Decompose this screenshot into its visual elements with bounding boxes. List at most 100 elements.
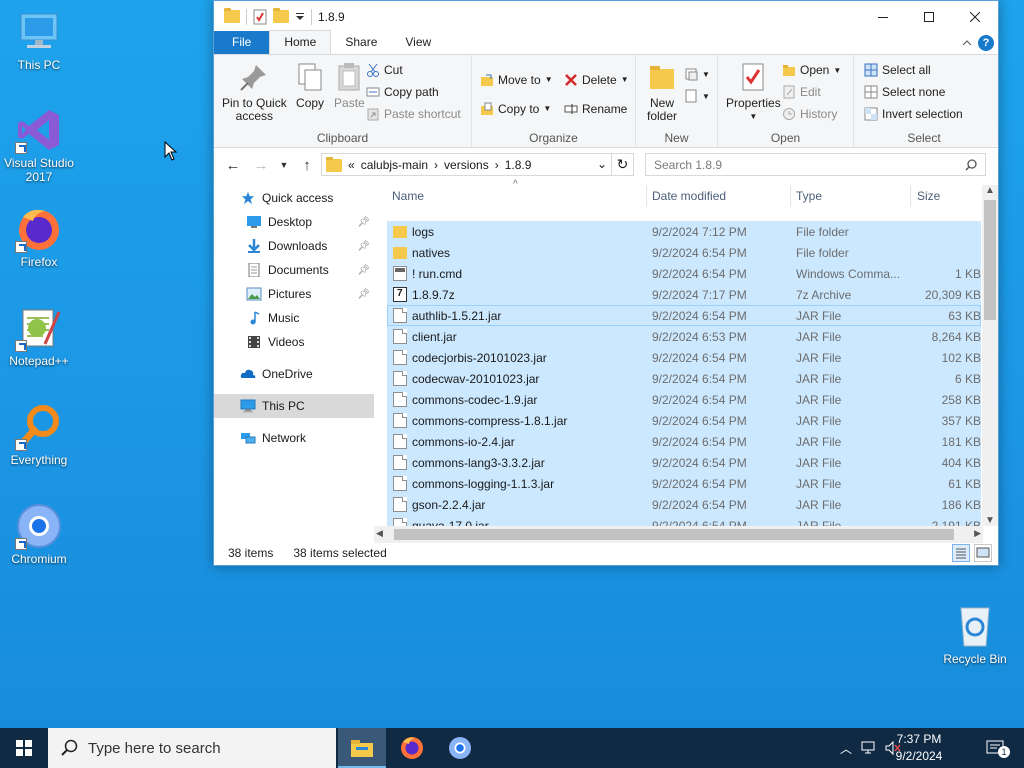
breadcrumb-item[interactable]: 1.8.9 — [505, 158, 532, 172]
move-to-button[interactable]: Move to ▼ — [480, 65, 553, 94]
breadcrumb-item[interactable]: calubjs-main — [361, 158, 428, 172]
recent-locations-chevron-icon[interactable]: ▼ — [278, 160, 290, 170]
new-item-button[interactable]: ▼ — [684, 63, 710, 85]
desktop-icon-notepad-plus-plus[interactable]: Notepad++ — [1, 304, 77, 368]
large-icons-view-button[interactable] — [974, 544, 992, 562]
file-row[interactable]: codecwav-20101023.jar 9/2/2024 6:54 PM JAR… — [387, 368, 981, 389]
desktop-icon-this-pc[interactable]: This PC — [1, 8, 77, 72]
file-row[interactable]: commons-codec-1.9.jar 9/2/2024 6:54 PM JAR… — [387, 389, 981, 410]
tab-home[interactable]: Home — [269, 30, 332, 54]
file-row[interactable]: 1.8.9.7z 9/2/2024 7:17 PM 7z Archive 20,309… — [387, 284, 981, 305]
cut-button[interactable]: Cut — [366, 59, 461, 81]
paste-shortcut-button[interactable]: Paste shortcut — [366, 103, 461, 125]
history-button[interactable]: History — [782, 103, 841, 125]
start-button[interactable] — [0, 728, 48, 768]
address-overflow-chevron[interactable]: « — [348, 158, 355, 172]
tab-view[interactable]: View — [391, 31, 445, 54]
file-row[interactable]: commons-compress-1.8.1.jar 9/2/2024 6:54 … — [387, 410, 981, 431]
vertical-scrollbar-thumb[interactable] — [984, 200, 996, 320]
desktop-icon-visual-studio[interactable]: Visual Studio 2017 — [1, 106, 77, 184]
column-header-type[interactable]: Type — [796, 189, 822, 203]
desktop-icon-chromium[interactable]: Chromium — [1, 502, 77, 566]
horizontal-scrollbar-thumb[interactable] — [394, 529, 954, 540]
back-arrow-icon[interactable]: ← — [222, 157, 244, 174]
copy-to-button[interactable]: Copy to ▼ — [480, 94, 553, 123]
show-hidden-icons-chevron-icon[interactable]: ︿ — [838, 740, 854, 757]
up-arrow-icon[interactable]: ↑ — [296, 157, 318, 174]
scroll-right-arrow-icon[interactable]: ▶ — [974, 528, 981, 539]
nav-quick-access[interactable]: Quick access — [214, 186, 374, 210]
nav-downloads[interactable]: Downloads 📌︎ — [214, 234, 374, 258]
nav-music[interactable]: Music — [214, 306, 374, 330]
file-row[interactable]: commons-io-2.4.jar 9/2/2024 6:54 PM JAR Fi… — [387, 431, 981, 452]
edit-button[interactable]: Edit — [782, 81, 841, 103]
column-header-size[interactable]: Size — [917, 189, 940, 203]
column-header-date-modified[interactable]: Date modified — [652, 189, 726, 203]
pin-to-quick-access-button[interactable]: Pin to Quick access — [222, 59, 287, 123]
rename-button[interactable]: Rename — [564, 94, 629, 123]
search-box[interactable]: Search 1.8.9 — [645, 153, 986, 176]
file-row[interactable]: natives 9/2/2024 6:54 PM File folder — [387, 242, 981, 263]
scroll-up-arrow-icon[interactable]: ▲ — [985, 185, 995, 196]
select-all-button[interactable]: Select all — [864, 59, 963, 81]
nav-documents[interactable]: Documents 📌︎ — [214, 258, 374, 282]
desktop-icon-everything[interactable]: Everything — [1, 403, 77, 467]
pin-icon[interactable]: 📌︎ — [357, 217, 370, 228]
nav-network[interactable]: Network — [214, 426, 374, 450]
file-row[interactable]: commons-logging-1.1.3.jar 9/2/2024 6:54 P… — [387, 473, 981, 494]
invert-selection-button[interactable]: Invert selection — [864, 103, 963, 125]
nav-onedrive[interactable]: OneDrive — [214, 362, 374, 386]
pin-icon[interactable]: 📌︎ — [357, 289, 370, 300]
column-header-name[interactable]: Name — [392, 189, 424, 203]
pin-icon[interactable]: 📌︎ — [357, 265, 370, 276]
desktop-icon-firefox[interactable]: Firefox — [1, 205, 77, 269]
file-row[interactable]: client.jar 9/2/2024 6:53 PM JAR File 8,264 … — [387, 326, 981, 347]
file-row[interactable]: codecjorbis-20101023.jar 9/2/2024 6:54 PM… — [387, 347, 981, 368]
select-none-button[interactable]: Select none — [864, 81, 963, 103]
nav-pictures[interactable]: Pictures 📌︎ — [214, 282, 374, 306]
easy-access-button[interactable]: ▼ — [684, 85, 710, 107]
taskbar-search-box[interactable]: Type here to search — [48, 728, 336, 768]
address-dropdown-chevron-icon[interactable]: ⌄ — [597, 157, 607, 171]
properties-icon[interactable] — [253, 9, 267, 25]
file-row[interactable]: authlib-1.5.21.jar 9/2/2024 6:54 PM JAR Fi… — [387, 305, 981, 326]
forward-arrow-icon[interactable]: → — [250, 157, 272, 174]
file-row[interactable]: logs 9/2/2024 7:12 PM File folder — [387, 221, 981, 242]
scroll-left-arrow-icon[interactable]: ◀ — [376, 528, 383, 539]
maximize-button[interactable] — [906, 1, 952, 32]
refresh-icon[interactable]: ↻ — [611, 154, 633, 175]
new-folder-icon[interactable] — [273, 8, 289, 23]
nav-videos[interactable]: Videos — [214, 330, 374, 354]
file-row[interactable]: commons-lang3-3.3.2.jar 9/2/2024 6:54 PM J… — [387, 452, 981, 473]
new-folder-button[interactable]: New folder — [646, 59, 678, 123]
scroll-down-arrow-icon[interactable]: ▼ — [985, 515, 995, 526]
open-button[interactable]: Open ▼ — [782, 59, 841, 81]
action-center-button[interactable]: 1 — [978, 728, 1012, 768]
ribbon-collapse-chevron-icon[interactable] — [962, 38, 972, 48]
tab-file[interactable]: File — [214, 31, 270, 54]
tab-share[interactable]: Share — [331, 31, 391, 54]
copy-path-button[interactable]: Copy path — [366, 81, 461, 103]
paste-button[interactable]: Paste — [333, 59, 365, 110]
file-row[interactable]: gson-2.2.4.jar 9/2/2024 6:54 PM JAR File 18… — [387, 494, 981, 515]
details-view-button[interactable] — [952, 544, 970, 562]
customize-toolbar-chevron-icon[interactable] — [295, 12, 305, 22]
minimize-button[interactable] — [860, 1, 906, 32]
desktop-icon-recycle-bin[interactable]: Recycle Bin — [937, 602, 1013, 666]
properties-button[interactable]: Properties ▼ — [726, 59, 781, 123]
nav-desktop[interactable]: Desktop 📌︎ — [214, 210, 374, 234]
nav-this-pc[interactable]: This PC — [214, 394, 374, 418]
taskbar-file-explorer[interactable] — [338, 728, 386, 768]
taskbar-chromium[interactable] — [436, 728, 484, 768]
clock[interactable]: 7:37 PM 9/2/2024 — [890, 731, 948, 765]
copy-button[interactable]: Copy — [294, 59, 326, 110]
file-row[interactable]: ! run.cmd 9/2/2024 6:54 PM Windows Comma..… — [387, 263, 981, 284]
breadcrumb-item[interactable]: versions — [444, 158, 489, 172]
help-icon[interactable]: ? — [978, 35, 994, 51]
network-icon[interactable] — [860, 740, 878, 756]
address-bar[interactable]: « calubjs-main › versions › 1.8.9 ⌄ ↻ — [321, 153, 634, 176]
delete-button[interactable]: Delete ▼ — [564, 65, 629, 94]
pin-icon[interactable]: 📌︎ — [357, 241, 370, 252]
taskbar-firefox[interactable] — [388, 728, 436, 768]
close-button[interactable] — [952, 1, 998, 32]
